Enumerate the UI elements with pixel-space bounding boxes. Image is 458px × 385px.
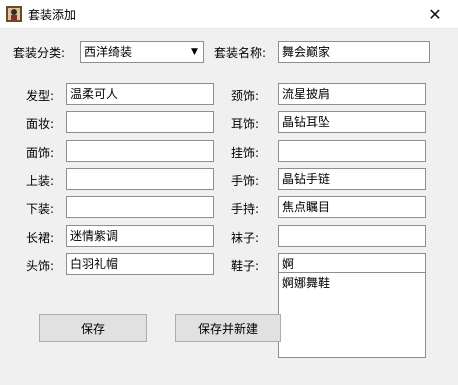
bottom-label: 下装:	[26, 202, 55, 216]
hair-input[interactable]: 温柔可人	[66, 83, 214, 105]
socks-input[interactable]	[278, 225, 426, 247]
close-icon[interactable]: ✕	[412, 0, 458, 28]
handheld-label: 手持:	[231, 202, 260, 216]
long-skirt-label: 长裙:	[26, 231, 55, 245]
save-button[interactable]: 保存	[39, 314, 147, 342]
shoes-suggestion-list[interactable]: 婀娜舞鞋	[278, 272, 426, 358]
shoes-label: 鞋子:	[231, 259, 260, 273]
save-and-new-button[interactable]: 保存并新建	[175, 314, 281, 342]
suit-name-label: 套装名称:	[214, 46, 267, 60]
category-select-value: 西洋绮装	[84, 45, 133, 59]
suggestion-item[interactable]: 婀娜舞鞋	[282, 274, 422, 291]
category-select[interactable]: 西洋绮装 ▼	[80, 41, 204, 63]
long-skirt-input[interactable]: 迷情紫调	[66, 225, 214, 247]
hanging-acc-input[interactable]	[278, 140, 426, 162]
bottom-input[interactable]	[66, 196, 214, 218]
chevron-down-icon[interactable]: ▼	[186, 42, 203, 62]
category-label: 套装分类:	[13, 46, 66, 60]
handheld-input[interactable]: 焦点瞩目	[278, 196, 426, 218]
hand-acc-label: 手饰:	[231, 174, 260, 188]
makeup-label: 面妆:	[26, 117, 55, 131]
top-label: 上装:	[26, 174, 55, 188]
hanging-acc-label: 挂饰:	[231, 146, 260, 160]
socks-label: 袜子:	[231, 231, 260, 245]
face-acc-input[interactable]	[66, 140, 214, 162]
neck-acc-label: 颈饰:	[231, 89, 260, 103]
title-bar: 套装添加 ✕	[0, 0, 458, 29]
top-input[interactable]	[66, 168, 214, 190]
suit-name-input[interactable]: 舞会巅家	[278, 41, 430, 63]
head-acc-label: 头饰:	[26, 259, 55, 273]
neck-acc-input[interactable]: 流星披肩	[278, 83, 426, 105]
head-acc-input[interactable]: 白羽礼帽	[66, 253, 214, 275]
app-icon	[6, 6, 22, 22]
hair-label: 发型:	[26, 89, 55, 103]
hand-acc-input[interactable]: 晶钻手链	[278, 168, 426, 190]
makeup-input[interactable]	[66, 111, 214, 133]
ear-acc-input[interactable]: 晶钻耳坠	[278, 111, 426, 133]
window-title: 套装添加	[28, 8, 77, 22]
face-acc-label: 面饰:	[26, 146, 55, 160]
ear-acc-label: 耳饰:	[231, 117, 260, 131]
